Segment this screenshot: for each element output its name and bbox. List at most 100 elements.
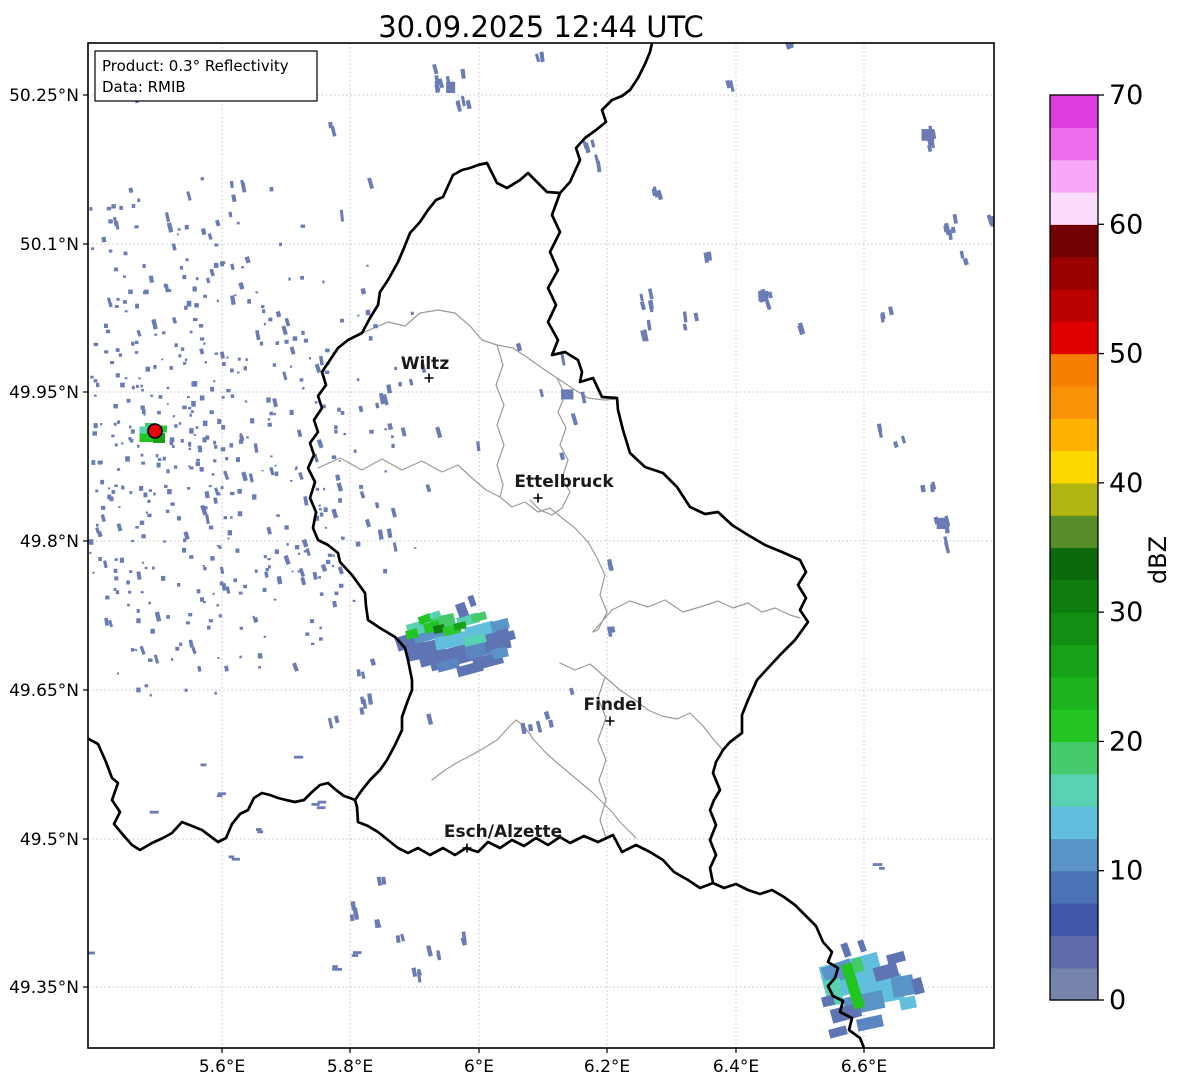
echo-speckle — [214, 691, 217, 695]
echo-speckle — [173, 465, 178, 469]
echo-speckle — [186, 396, 190, 399]
product-info-box: Product: 0.3° Reflectivity Data: RMIB — [94, 50, 318, 102]
echo-speckle — [95, 523, 99, 527]
echo-speckle — [140, 384, 143, 388]
echo-streak — [301, 538, 309, 548]
echo-speckle — [130, 429, 135, 434]
echo-streak — [320, 563, 328, 572]
echo-streak — [241, 471, 248, 482]
echo-speckle — [229, 443, 234, 448]
echo-streak — [231, 194, 237, 203]
echo-dash — [332, 967, 343, 971]
echo-speckle — [100, 460, 103, 463]
echo-streak — [920, 484, 926, 493]
echo-streak — [205, 277, 211, 284]
echo-speckle — [398, 382, 402, 387]
echo-speckle — [129, 425, 132, 429]
colorbar-segment — [1050, 353, 1098, 387]
echo-speckle — [175, 646, 180, 651]
echo-streak — [116, 523, 123, 532]
echo-speckle — [199, 395, 205, 401]
map-frame — [87, 42, 995, 1049]
echo-speckle — [208, 485, 212, 488]
echo-streak — [535, 720, 543, 733]
colorbar-segment — [1050, 191, 1098, 225]
city-marker — [533, 493, 543, 503]
district-border-line — [592, 599, 801, 633]
echo-speckle — [89, 207, 93, 211]
echo-speckle — [114, 443, 118, 447]
echo-speckle — [322, 280, 325, 284]
echo-streak — [358, 405, 364, 413]
border-belgium-germany — [558, 43, 654, 195]
echo-speckle — [111, 204, 116, 209]
echo-speckle — [163, 540, 167, 543]
echo-speckle — [290, 480, 293, 482]
echo-streak — [364, 518, 372, 528]
echo-streak — [527, 724, 534, 732]
echo-speckle — [213, 459, 217, 463]
echo-speckle — [136, 687, 141, 693]
echo-streak — [296, 429, 303, 438]
colorbar-segment — [1050, 515, 1098, 549]
echo-speckle — [88, 539, 94, 545]
colorbar-segment — [1050, 95, 1098, 128]
echo-speckle — [225, 457, 229, 461]
echo-streak — [381, 876, 387, 885]
echo-streak — [199, 348, 205, 355]
colorbar-tick-label: 20 — [1109, 726, 1143, 757]
echo-speckle — [114, 576, 119, 581]
echo-speckle — [244, 400, 248, 403]
echo-streak — [877, 426, 883, 438]
echo-speckle — [93, 394, 97, 397]
echo-speckle — [113, 587, 117, 591]
echo-speckle — [113, 267, 119, 272]
echo-speckle — [251, 494, 257, 500]
city-label: Wiltz — [401, 354, 450, 374]
echo-streak — [460, 95, 466, 107]
echo-speckle — [221, 396, 225, 399]
echo-speckle — [269, 411, 274, 416]
lat-tick-label: 49.8°N — [20, 532, 79, 552]
echo-streak — [331, 508, 339, 519]
echo-streak — [171, 243, 177, 251]
echo-speckle — [226, 388, 231, 393]
echo-streak — [349, 914, 355, 922]
product-info-line1: Product: 0.3° Reflectivity — [102, 57, 289, 75]
echo-streak — [207, 232, 213, 240]
echo-speckle — [202, 565, 206, 567]
echo-speckle — [107, 487, 111, 490]
echo-speckle — [199, 467, 204, 472]
echo-speckle — [131, 385, 135, 390]
colorbar-segment — [1050, 741, 1098, 775]
echo-blob — [921, 129, 935, 141]
echo-speckle — [114, 305, 119, 308]
echo-streak — [356, 669, 362, 677]
colorbar: 0 10 20 30 40 50 60 70 — [1049, 80, 1143, 1016]
echo-speckle — [227, 530, 232, 536]
echo-dash — [294, 755, 304, 759]
echo-speckle — [263, 555, 267, 559]
echo-speckle — [239, 626, 244, 630]
echo-dash — [879, 866, 885, 870]
echo-streak — [570, 412, 579, 426]
echo-speckle — [142, 290, 147, 295]
echo-speckle — [166, 469, 170, 474]
echo-speckle — [246, 436, 249, 439]
echo-speckle — [166, 615, 170, 619]
echo-speckle — [216, 604, 220, 607]
echo-streak — [229, 180, 234, 189]
echo-streak — [335, 474, 341, 481]
echo-blob — [446, 81, 456, 94]
echo-speckle — [308, 357, 312, 360]
echo-streak — [682, 323, 688, 331]
echo-speckle — [148, 601, 151, 605]
echo-speckle — [141, 388, 144, 392]
echo-speckle — [113, 568, 118, 573]
echo-streak — [367, 693, 373, 705]
echo-speckle — [136, 608, 140, 613]
echo-streak — [360, 696, 365, 705]
echo-blob — [936, 517, 947, 530]
city-label: Findel — [583, 695, 642, 715]
echo-speckle — [214, 352, 218, 355]
